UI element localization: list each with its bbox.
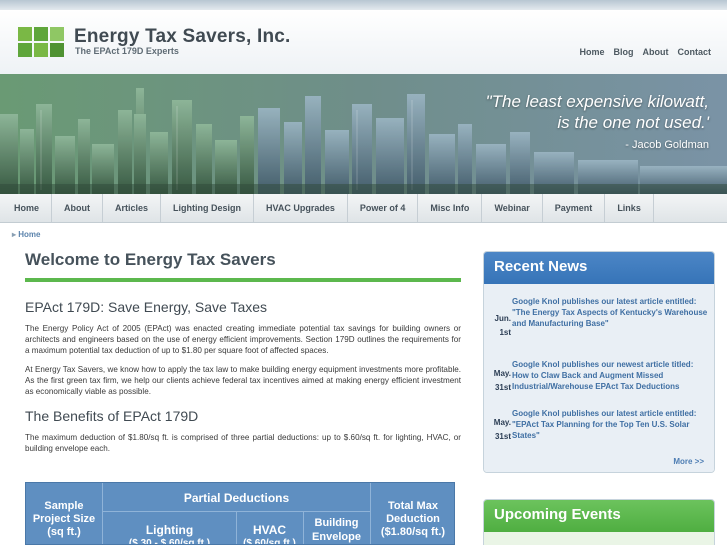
news-link[interactable]: Google Knol publishes our latest article… [512, 408, 710, 441]
topnav-blog[interactable]: Blog [614, 47, 634, 57]
logo-square [50, 27, 64, 41]
breadcrumb: ▸ Home [12, 230, 40, 239]
nav-about[interactable]: About [52, 194, 104, 222]
title-divider [25, 278, 461, 282]
events-list [484, 532, 714, 545]
news-link[interactable]: Google Knol publishes our latest article… [512, 296, 710, 329]
header-building-envelope: Building Envelope [312, 517, 361, 543]
quote-author: - Jacob Goldman [625, 139, 709, 151]
nav-articles[interactable]: Articles [103, 194, 162, 222]
quote-line-2: is the one not used.' [557, 113, 709, 132]
logo-square [34, 43, 48, 57]
header-hvac: HVAC ($.60/sq ft.) [243, 523, 296, 545]
nav-lighting-design[interactable]: Lighting Design [161, 194, 255, 222]
nav-webinar[interactable]: Webinar [482, 194, 543, 222]
page-title: Welcome to Energy Tax Savers [25, 250, 276, 269]
logo-square [18, 43, 32, 57]
top-strip [0, 0, 727, 10]
news-date: May. 31st [493, 369, 511, 392]
company-name[interactable]: Energy Tax Savers, Inc. [74, 26, 291, 48]
nav-power-of-4[interactable]: Power of 4 [348, 194, 419, 222]
tagline: The EPAct 179D Experts [75, 46, 179, 56]
top-nav: Home Blog About Contact [579, 47, 711, 57]
nav-links[interactable]: Links [605, 194, 654, 222]
more-news-link[interactable]: More >> [673, 457, 704, 466]
site-header: Energy Tax Savers, Inc. The EPAct 179D E… [0, 10, 727, 74]
nav-home[interactable]: Home [2, 194, 53, 222]
news-item[interactable]: May. 31st Google Knol publishes our newes… [486, 357, 712, 407]
news-date: Jun. 1st [494, 314, 511, 337]
section-heading: EPAct 179D: Save Energy, Save Taxes [25, 299, 268, 315]
quote-line-1: "The least expensive kilowatt, [485, 92, 709, 111]
recent-news-panel: Recent News Jun. 1st Google Knol publishe… [483, 251, 715, 473]
page: Energy Tax Savers, Inc. The EPAct 179D E… [0, 0, 727, 545]
logo-square [50, 43, 64, 57]
banner: "The least expensive kilowatt, is the on… [0, 74, 727, 194]
upcoming-events-panel: Upcoming Events [483, 499, 715, 545]
logo-square [34, 27, 48, 41]
header-partial-deductions: Partial Deductions [183, 491, 290, 505]
header-lighting: Lighting ($.30 - $.60/sq ft.) [128, 523, 211, 545]
news-item[interactable]: May. 31st Google Knol publishes our lates… [486, 406, 712, 456]
topnav-home[interactable]: Home [579, 47, 604, 57]
intro-paragraph: The Energy Policy Act of 2005 (EPAct) wa… [25, 324, 461, 355]
nav-misc-info[interactable]: Misc Info [418, 194, 483, 222]
about-paragraph: At Energy Tax Savers, we know how to app… [25, 365, 461, 396]
header-project-size: Sample Project Size (sq ft.) [32, 500, 96, 538]
topnav-contact[interactable]: Contact [678, 47, 712, 57]
header-total-max: Total Max Deduction ($1.80/sq ft.) [380, 500, 446, 538]
logo-square [18, 27, 32, 41]
news-link[interactable]: Google Knol publishes our newest article… [512, 359, 710, 392]
main-nav: Home About Articles Lighting Design HVAC… [0, 194, 727, 223]
logo-icon[interactable] [18, 27, 64, 57]
upcoming-events-heading: Upcoming Events [484, 500, 714, 532]
recent-news-heading: Recent News [484, 252, 714, 284]
main-content: Welcome to Energy Tax Savers EPAct 179D:… [25, 250, 461, 454]
deductions-table: Sample Project Size (sq ft.) Partial Deduc… [25, 482, 455, 545]
nav-hvac-upgrades[interactable]: HVAC Upgrades [254, 194, 348, 222]
news-list: Jun. 1st Google Knol publishes our latest… [484, 284, 714, 472]
nav-payment[interactable]: Payment [543, 194, 606, 222]
breadcrumb-arrow-icon: ▸ [12, 230, 17, 239]
news-date: May. 31st [493, 418, 511, 441]
breadcrumb-home[interactable]: Home [18, 230, 40, 239]
benefits-paragraph: The maximum deduction of $1.80/sq ft. is… [25, 433, 461, 453]
topnav-about[interactable]: About [643, 47, 669, 57]
news-item[interactable]: Jun. 1st Google Knol publishes our latest… [486, 294, 712, 354]
benefits-heading: The Benefits of EPAct 179D [25, 408, 199, 424]
banner-quote: "The least expensive kilowatt, is the on… [486, 91, 709, 133]
